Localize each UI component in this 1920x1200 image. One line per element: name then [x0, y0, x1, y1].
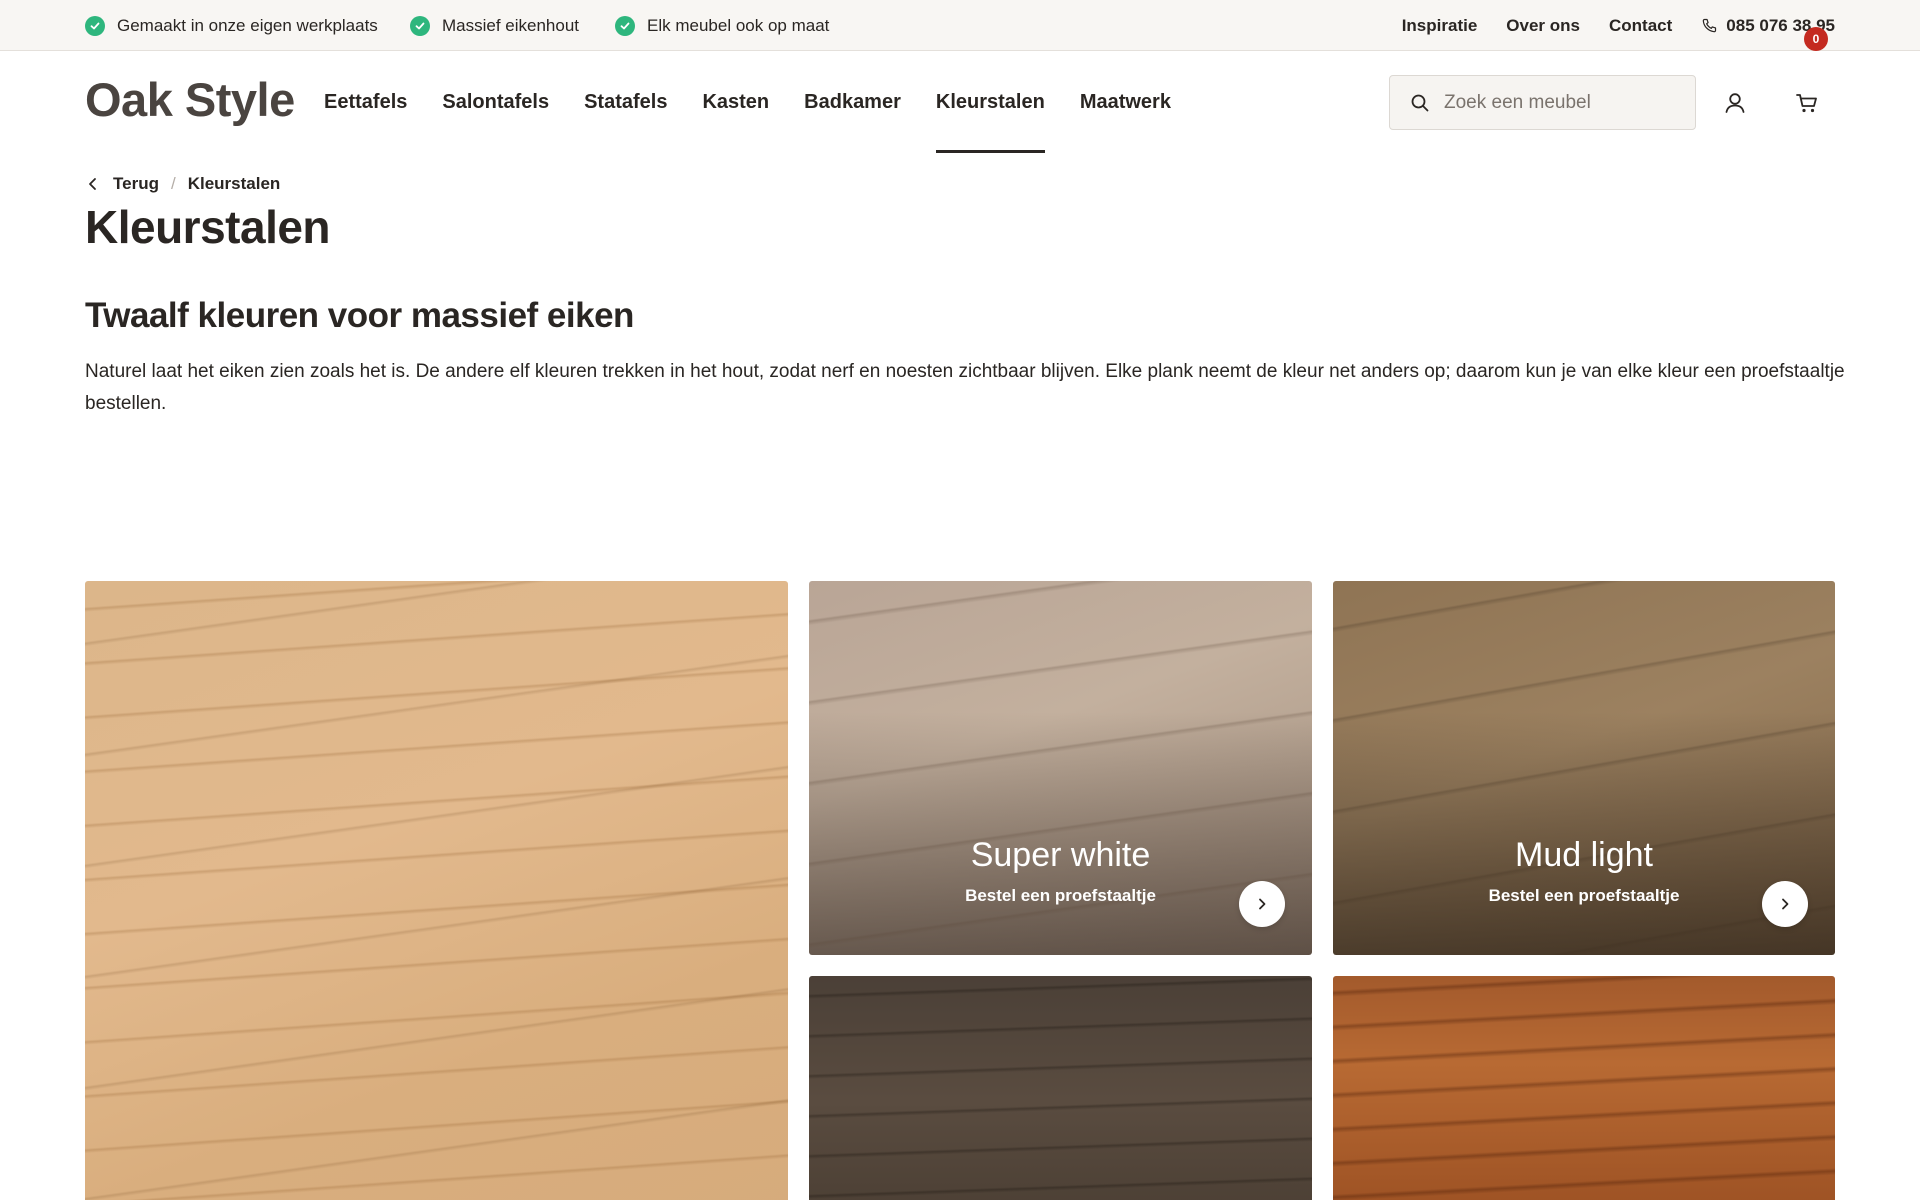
check-circle-icon: [410, 15, 430, 36]
usp-label: Gemaakt in onze eigen werkplaats: [117, 15, 378, 35]
swatch-arrow-button[interactable]: [1762, 881, 1808, 927]
swatch-arrow-button[interactable]: [1239, 881, 1285, 927]
nav-item-maatwerk[interactable]: Maatwerk: [1080, 52, 1171, 153]
nav-item-statafels[interactable]: Statafels: [584, 52, 667, 153]
cart-count-badge: 0: [1804, 27, 1828, 51]
main-nav: Eettafels Salontafels Statafels Kasten B…: [324, 52, 1206, 153]
nav-item-eettafels[interactable]: Eettafels: [324, 52, 407, 153]
check-circle-icon: [615, 15, 635, 36]
top-links: Inspiratie Over ons Contact 085 076 38 9…: [1402, 0, 1835, 51]
chevron-right-icon: [1259, 898, 1266, 910]
nav-item-kleurstalen[interactable]: Kleurstalen: [935, 52, 1045, 153]
logo[interactable]: Oak Style: [85, 72, 295, 127]
intro-text: Naturel laat het eiken zien zoals het is…: [85, 361, 1845, 414]
swatch-cta[interactable]: Bestel een proefstaaltje: [1333, 886, 1835, 906]
chevron-left-icon[interactable]: [85, 176, 101, 192]
search-icon[interactable]: [1410, 93, 1430, 113]
breadcrumb-current: Kleurstalen: [187, 174, 281, 193]
page-title: Kleurstalen: [85, 201, 331, 253]
search-input[interactable]: [1444, 91, 1674, 114]
search-box: [1389, 75, 1696, 130]
nav-item-kasten[interactable]: Kasten: [702, 52, 769, 153]
over-ons-link[interactable]: Over ons: [1506, 16, 1580, 36]
breadcrumb: Terug / Kleurstalen: [85, 174, 280, 194]
swatch-tile-mud-light[interactable]: Mud light Bestel een proefstaaltje: [1333, 581, 1835, 955]
usp-label: Elk meubel ook op maat: [647, 15, 830, 35]
phone-icon: [1703, 18, 1717, 33]
section-title: Twaalf kleuren voor massief eiken: [85, 296, 634, 335]
swatch-tile-naturel[interactable]: [85, 581, 788, 1200]
swatch-name: Super white: [970, 836, 1151, 874]
usp-item: Gemaakt in onze eigen werkplaats: [85, 0, 378, 51]
main-header: Oak Style Eettafels Salontafels Statafel…: [0, 52, 1920, 153]
chevron-right-icon: [1782, 898, 1789, 910]
swatch-cta[interactable]: Bestel een proefstaaltje: [809, 886, 1312, 906]
usp-item: Elk meubel ook op maat: [615, 0, 829, 51]
usp-bar: Gemaakt in onze eigen werkplaats Massief…: [0, 0, 1920, 51]
nav-item-badkamer[interactable]: Badkamer: [804, 52, 901, 153]
cart-icon[interactable]: [1794, 90, 1820, 116]
account-icon[interactable]: [1722, 90, 1748, 116]
swatch-tile-dark[interactable]: [809, 976, 1312, 1200]
check-circle-icon: [85, 15, 105, 36]
breadcrumb-separator: /: [170, 174, 176, 193]
nav-item-salontafels[interactable]: Salontafels: [442, 52, 549, 153]
usp-item: Massief eikenhout: [410, 0, 579, 51]
contact-link[interactable]: Contact: [1609, 16, 1672, 36]
usp-label: Massief eikenhout: [442, 15, 580, 35]
breadcrumb-back[interactable]: Terug: [113, 174, 159, 194]
swatch-name: Mud light: [1515, 836, 1653, 874]
inspiratie-link[interactable]: Inspiratie: [1402, 16, 1478, 36]
swatch-tile-super-white[interactable]: Super white Bestel een proefstaaltje: [809, 581, 1312, 955]
swatch-tile-cognac[interactable]: [1333, 976, 1835, 1200]
